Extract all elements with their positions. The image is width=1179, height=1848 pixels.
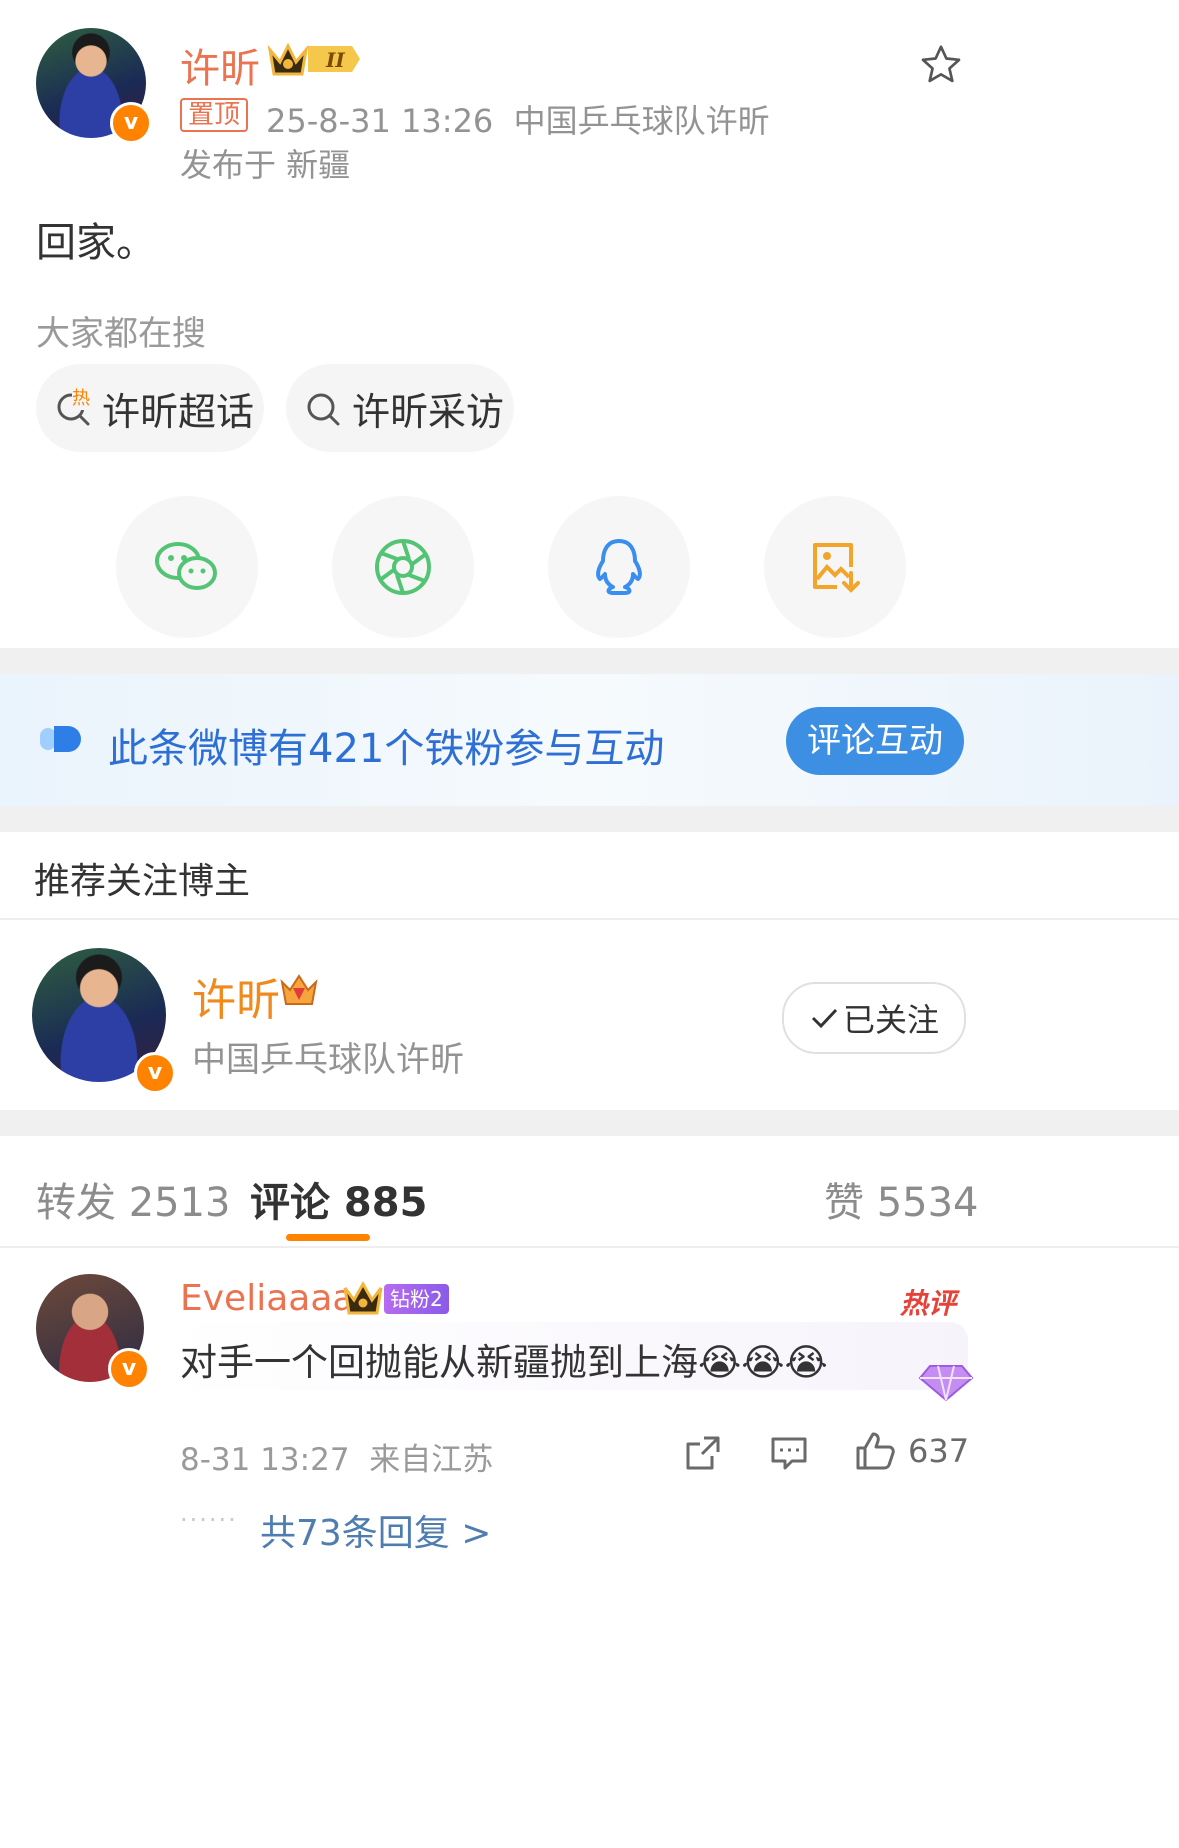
following-label: 已关注 xyxy=(842,1001,939,1039)
comment-interaction-button[interactable]: 评论互动 xyxy=(786,707,964,775)
wechat-icon xyxy=(155,542,217,590)
search-pill-label: 许昕超话 xyxy=(102,389,255,434)
thumbs-up-icon xyxy=(854,1430,896,1472)
banner-text: 此条微博有421个铁粉参与互动 xyxy=(108,726,665,772)
commenter-name[interactable]: Eveliaaaa xyxy=(180,1278,354,1319)
like-count: 637 xyxy=(908,1432,970,1470)
search-pill-topic[interactable]: 热 许昕超话 xyxy=(36,364,264,452)
divider xyxy=(0,1246,1179,1248)
qq-icon xyxy=(596,539,642,595)
comment-text-row: 对手一个回抛能从新疆抛到上海😭😭😭 xyxy=(180,1332,828,1386)
tab-comment[interactable]: 评论 885 xyxy=(250,1170,427,1228)
checkmark-icon xyxy=(809,1003,839,1033)
recommend-title: 推荐关注博主 xyxy=(34,861,251,902)
diamond-icon xyxy=(916,1354,976,1404)
verified-icon: v xyxy=(134,1052,176,1094)
search-icon xyxy=(306,390,342,426)
svg-text:II: II xyxy=(325,48,345,72)
fan-arrow-icon xyxy=(40,724,86,754)
tab-repost[interactable]: 转发 2513 xyxy=(36,1170,231,1228)
section-divider xyxy=(0,1110,1179,1136)
post-location: 发布于 新疆 xyxy=(180,146,351,184)
verified-icon: v xyxy=(108,1348,150,1390)
reply-dots: ······ xyxy=(180,1506,238,1534)
save-image-button[interactable] xyxy=(764,496,906,638)
like-button[interactable]: 637 xyxy=(854,1430,969,1472)
comment-text: 对手一个回抛能从新疆抛到上海 xyxy=(180,1341,698,1384)
view-replies-link[interactable]: 共73条回复 > xyxy=(260,1504,491,1556)
moments-icon xyxy=(375,539,431,595)
recommend-name[interactable]: 许昕 xyxy=(192,964,280,1028)
search-title: 大家都在搜 xyxy=(36,314,206,354)
reply-icon[interactable] xyxy=(770,1434,808,1472)
save-image-icon xyxy=(813,543,860,593)
section-divider xyxy=(0,806,1179,832)
share-moments-button[interactable] xyxy=(332,496,474,638)
author-name[interactable]: 许昕 xyxy=(180,36,260,94)
crown-gem-icon xyxy=(280,972,318,1008)
comment-meta: 8-31 13:27 来自江苏 xyxy=(180,1442,494,1478)
post-content: 回家。 xyxy=(36,220,156,266)
crying-emoji-icon: 😭 xyxy=(784,1341,828,1384)
verified-icon: v xyxy=(110,102,152,144)
tab-like[interactable]: 赞 5534 xyxy=(824,1170,979,1228)
following-button[interactable]: 已关注 xyxy=(782,982,966,1054)
hot-comment-badge: 热评 xyxy=(900,1287,957,1320)
share-qq-button[interactable] xyxy=(548,496,690,638)
crown-level-icon: II xyxy=(266,40,362,78)
recommend-desc: 中国乒乓球队许昕 xyxy=(192,1040,464,1080)
share-icon[interactable] xyxy=(684,1434,722,1472)
crying-emoji-icon: 😭 xyxy=(698,1341,742,1384)
fan-badge: 钻粉2 xyxy=(384,1284,449,1314)
fan-interaction-banner[interactable]: 此条微博有421个铁粉参与互动 评论互动 xyxy=(0,674,1179,806)
search-pill-interview[interactable]: 许昕采访 xyxy=(286,364,514,452)
tab-active-indicator xyxy=(286,1234,370,1241)
pinned-badge: 置顶 xyxy=(180,98,249,132)
crown-icon xyxy=(342,1280,384,1316)
hot-search-icon: 热 xyxy=(56,384,92,426)
post-meta: 25-8-31 13:26 中国乒乓球队许昕 xyxy=(266,102,770,140)
section-divider xyxy=(0,648,1179,674)
search-pill-label: 许昕采访 xyxy=(352,389,505,434)
share-wechat-button[interactable] xyxy=(116,496,258,638)
favorite-star-icon[interactable] xyxy=(918,42,964,88)
divider xyxy=(0,918,1179,920)
crying-emoji-icon: 😭 xyxy=(741,1341,785,1384)
